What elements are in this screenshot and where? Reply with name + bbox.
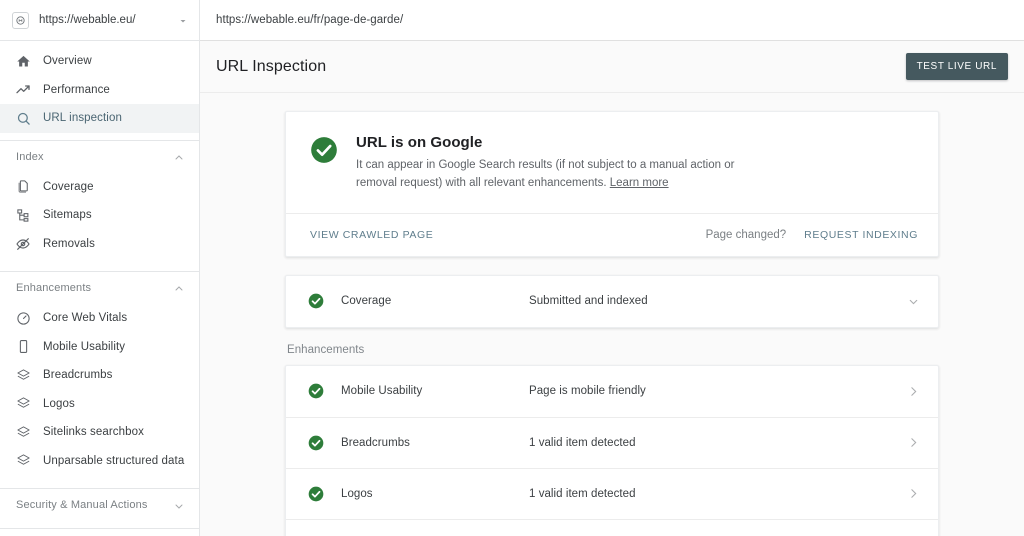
enhancement-status: 1 valid item detected <box>529 487 636 500</box>
sidebar-item-label: Performance <box>43 83 110 96</box>
sidebar-item-core-web-vitals[interactable]: Core Web Vitals <box>0 304 199 333</box>
verdict-body: URL is on Google It can appear in Google… <box>286 112 938 213</box>
sidebar-item-breadcrumbs[interactable]: Breadcrumbs <box>0 361 199 390</box>
sidebar-item-label: Sitelinks searchbox <box>43 426 144 439</box>
check-circle-icon <box>308 435 324 451</box>
view-crawled-page-link[interactable]: VIEW CRAWLED PAGE <box>310 229 433 241</box>
sidebar-item-removals[interactable]: Removals <box>0 230 199 259</box>
verdict-actions: VIEW CRAWLED PAGE Page changed? REQUEST … <box>286 212 938 256</box>
sidebar-item-label: Removals <box>43 237 95 250</box>
sidebar-item-label: Core Web Vitals <box>43 312 128 325</box>
sidebar-item-performance[interactable]: Performance <box>0 76 199 105</box>
chevron-right-icon[interactable] <box>906 385 920 398</box>
sidebar-item-unparsable-structured-data[interactable]: Unparsable structured data <box>0 447 199 476</box>
sidebar-item-label: Coverage <box>43 180 94 193</box>
sidebar-item-url-inspection[interactable]: URL inspection <box>0 104 199 133</box>
sidebar-item-label: Sitemaps <box>43 209 92 222</box>
sidebar-item-sitelinks-searchbox[interactable]: Sitelinks searchbox <box>0 418 199 447</box>
enhancement-status: Page is mobile friendly <box>529 385 646 398</box>
sidebar-group-title: Security & Manual Actions <box>16 499 148 511</box>
inspected-url-bar[interactable]: https://webable.eu/fr/page-de-garde/ <box>200 0 1024 41</box>
sidebar-nav: Overview Performance URL inspection Inde… <box>0 41 199 536</box>
property-selector[interactable]: https://webable.eu/ <box>0 0 199 41</box>
sidebar-item-sitemaps[interactable]: Sitemaps <box>0 201 199 230</box>
layers-icon <box>14 423 32 441</box>
inspected-url-text: https://webable.eu/fr/page-de-garde/ <box>216 14 404 26</box>
enhancement-name: Logos <box>341 487 373 500</box>
chevron-right-icon[interactable] <box>906 436 920 449</box>
learn-more-link[interactable]: Learn more <box>610 177 669 189</box>
sidebar-item-label: Logos <box>43 397 75 410</box>
sidebar-group-enhancements[interactable]: Enhancements <box>0 272 199 304</box>
sidebar-item-label: Mobile Usability <box>43 340 126 353</box>
chevron-up-icon[interactable] <box>173 151 185 163</box>
layers-icon <box>14 395 32 413</box>
enhancements-card: Mobile Usability Page is mobile friendly… <box>285 364 939 536</box>
trending-up-icon <box>14 81 32 99</box>
sidebar-item-coverage[interactable]: Coverage <box>0 173 199 202</box>
sidebar-item-label: Overview <box>43 55 92 68</box>
sidebar-group-legacy-tools[interactable]: Legacy tools and reports <box>0 529 199 536</box>
chevron-down-icon[interactable] <box>173 499 185 511</box>
search-icon <box>14 109 32 127</box>
sidebar-group-title: Index <box>16 150 44 163</box>
page-title: URL Inspection <box>216 57 327 75</box>
sidebar-group-enhancements-items: Core Web Vitals Mobile Usability Breadcr… <box>0 304 199 481</box>
layers-icon <box>14 366 32 384</box>
enhancement-name: Breadcrumbs <box>341 436 410 449</box>
coverage-status: Submitted and indexed <box>529 295 648 308</box>
enhancement-row-mobile-usability[interactable]: Mobile Usability Page is mobile friendly <box>286 366 938 417</box>
sitemap-icon <box>14 206 32 224</box>
enhancement-status: 1 valid item detected <box>529 436 636 449</box>
sidebar-group-index[interactable]: Index <box>0 141 199 173</box>
verdict-description-text: It can appear in Google Search results (… <box>356 159 735 189</box>
enhancement-row-logos[interactable]: Logos 1 valid item detected <box>286 467 938 519</box>
page-changed-label: Page changed? <box>705 228 787 241</box>
sidebar-item-label: Breadcrumbs <box>43 369 113 382</box>
check-circle-icon <box>308 293 324 309</box>
property-name: https://webable.eu/ <box>39 14 136 26</box>
check-circle-icon <box>308 486 324 502</box>
main-content: https://webable.eu/fr/page-de-garde/ URL… <box>200 0 1024 536</box>
verdict-description: It can appear in Google Search results (… <box>356 157 776 193</box>
check-circle-icon <box>310 136 338 193</box>
sidebar: https://webable.eu/ Overview Performance <box>0 0 200 536</box>
enhancement-row-sitelinks-searchbox[interactable]: Sitelinks searchbox 2 valid items detect… <box>286 518 938 536</box>
layers-icon <box>14 452 32 470</box>
chevron-right-icon[interactable] <box>906 487 920 500</box>
sidebar-group-index-items: Coverage Sitemaps Removals <box>0 173 199 265</box>
sidebar-group-security-manual-actions[interactable]: Security & Manual Actions <box>0 489 199 521</box>
home-icon <box>14 52 32 70</box>
pages-icon <box>14 178 32 196</box>
search-console-app: https://webable.eu/ Overview Performance <box>0 0 1024 536</box>
sidebar-item-overview[interactable]: Overview <box>0 47 199 76</box>
enhancement-name: Mobile Usability <box>341 385 423 398</box>
chevron-up-icon[interactable] <box>173 282 185 294</box>
check-circle-icon <box>308 383 324 399</box>
verdict-card: URL is on Google It can appear in Google… <box>285 111 939 257</box>
chevron-down-icon[interactable] <box>906 295 920 308</box>
page-header: URL Inspection TEST LIVE URL <box>200 41 1024 93</box>
results-stack: URL is on Google It can appear in Google… <box>285 111 939 536</box>
chevron-down-icon[interactable] <box>177 14 189 26</box>
sidebar-item-label: URL inspection <box>43 112 122 125</box>
sidebar-item-label: Unparsable structured data <box>43 454 185 467</box>
mobile-phone-icon <box>14 338 32 356</box>
eye-off-icon <box>14 235 32 253</box>
sidebar-item-logos[interactable]: Logos <box>0 390 199 419</box>
coverage-row[interactable]: Coverage Submitted and indexed <box>286 276 938 327</box>
coverage-card: Coverage Submitted and indexed <box>285 274 939 328</box>
speedometer-icon <box>14 309 32 327</box>
sidebar-item-mobile-usability[interactable]: Mobile Usability <box>0 333 199 362</box>
enhancements-section-label: Enhancements <box>287 343 365 356</box>
domain-property-icon <box>12 11 29 29</box>
enhancement-row-breadcrumbs[interactable]: Breadcrumbs 1 valid item detected <box>286 416 938 468</box>
verdict-title: URL is on Google <box>356 134 483 151</box>
coverage-name: Coverage <box>341 295 392 308</box>
request-indexing-link[interactable]: REQUEST INDEXING <box>804 229 918 241</box>
sidebar-group-title: Enhancements <box>16 282 92 294</box>
verdict-text: URL is on Google It can appear in Google… <box>356 134 914 193</box>
test-live-url-button[interactable]: TEST LIVE URL <box>905 53 1008 80</box>
inspection-results: URL is on Google It can appear in Google… <box>200 93 1024 536</box>
